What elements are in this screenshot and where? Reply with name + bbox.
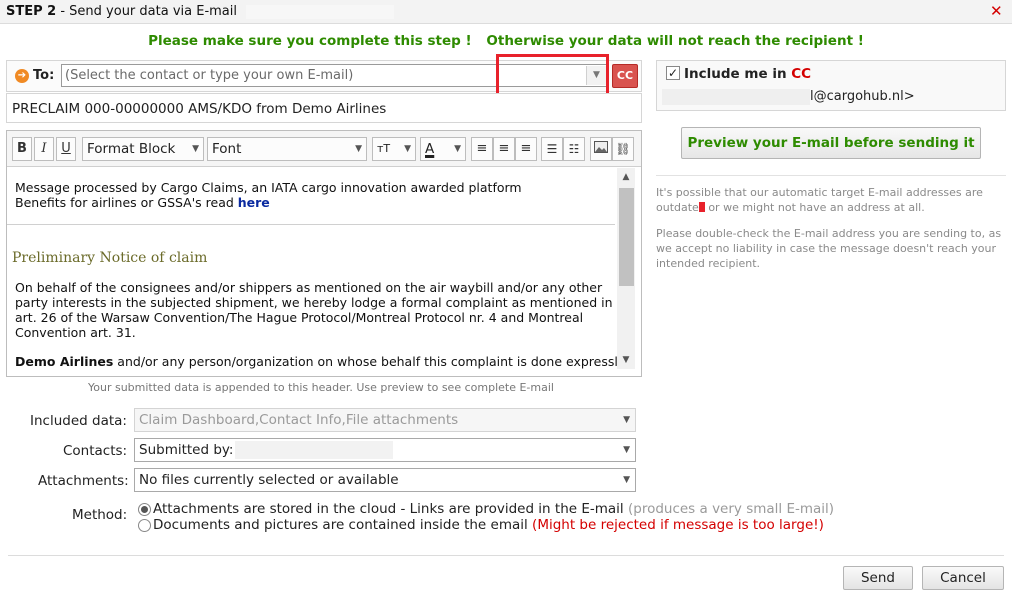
method-label: Method:: [72, 507, 128, 523]
info-text: outdate: [656, 201, 699, 214]
align-center-icon[interactable]: ≡: [493, 137, 515, 161]
editor-divider: [7, 224, 615, 225]
link-icon[interactable]: ⛓: [612, 137, 634, 161]
format-block-label: Format Block: [87, 141, 176, 157]
method-option-text: Documents and pictures are contained ins…: [153, 517, 528, 533]
font-size-select[interactable]: ᴛT ▼: [372, 137, 416, 161]
chevron-down-icon: ▼: [623, 445, 630, 455]
method-option-note: (produces a very small E-mail): [623, 501, 835, 517]
editor-line: Convention art. 31.: [15, 325, 136, 340]
numbered-list-icon[interactable]: ☷: [563, 137, 585, 161]
arrow-right-icon: ➔: [15, 69, 29, 83]
included-data-label: Included data:: [30, 413, 127, 429]
contacts-label: Contacts:: [63, 443, 128, 459]
attachments-label: Attachments:: [38, 473, 129, 489]
italic-button[interactable]: I: [34, 137, 54, 161]
bold-button[interactable]: B: [12, 137, 32, 161]
warning-part-2: Otherwise your data will not reach the r…: [486, 33, 864, 49]
info-text: we accept no liability in case the messa…: [656, 242, 997, 255]
dialog-title-text: - Send your data via E-mail: [56, 4, 237, 19]
method-cloud-radio[interactable]: [138, 503, 151, 516]
chevron-down-icon: ▼: [623, 475, 630, 485]
info-text-line: outdate or we might not have an address …: [656, 200, 1006, 215]
editor-line: Benefits for airlines or GSSA's read her…: [15, 195, 270, 210]
chevron-down-icon: ▼: [623, 415, 630, 425]
bullet-list-icon[interactable]: ☰: [541, 137, 563, 161]
included-data-value: Claim Dashboard,Contact Info,File attach…: [139, 412, 459, 428]
own-email: l@cargohub.nl>: [810, 89, 915, 104]
info-text: Please double-check the E-mail address y…: [656, 227, 1002, 240]
redacted-area: [662, 89, 810, 105]
warning-part-1: Please make sure you complete this step …: [148, 33, 472, 49]
align-right-icon[interactable]: ≡: [515, 137, 537, 161]
method-cloud-label[interactable]: Attachments are stored in the cloud - Li…: [153, 501, 834, 517]
append-note: Your submitted data is appended to this …: [88, 381, 554, 394]
preview-email-button[interactable]: Preview your E-mail before sending it: [681, 127, 981, 159]
editor-line: party interests in the subjected shipmen…: [15, 295, 613, 310]
editor-line-text: and/or any person/organization on whose …: [113, 354, 617, 369]
include-cc-text: Include me in: [684, 66, 792, 82]
format-block-select[interactable]: Format Block ▼: [82, 137, 204, 161]
chevron-down-icon: ▼: [355, 144, 362, 154]
to-label: To:: [33, 68, 55, 83]
redacted-area: [246, 5, 394, 19]
attachments-select[interactable]: No files currently selected or available…: [134, 468, 636, 492]
cc-button[interactable]: CC: [612, 64, 638, 88]
footer-divider: [8, 555, 1004, 556]
chevron-down-icon: ▼: [454, 144, 461, 154]
align-left-icon[interactable]: ≡: [471, 137, 493, 161]
here-link[interactable]: here: [238, 195, 270, 210]
redacted-area: [235, 441, 393, 459]
info-outdated: It's possible that our automatic target …: [656, 185, 1006, 215]
attachments-value: No files currently selected or available: [139, 472, 399, 488]
info-text: intended recipient.: [656, 257, 761, 270]
scroll-down-icon[interactable]: ▼: [617, 351, 635, 369]
divider: [656, 175, 1006, 176]
airline-name: Demo Airlines: [15, 354, 114, 369]
subject-text[interactable]: PRECLAIM 000-00000000 AMS/KDO from Demo …: [12, 101, 386, 117]
info-text: or we might not have an address at all.: [704, 201, 925, 214]
method-option-note: (Might be rejected if message is too lar…: [527, 517, 824, 533]
warning-message: Please make sure you complete this step …: [0, 33, 1012, 49]
editor-line: Demo Airlines and/or any person/organiza…: [15, 354, 617, 369]
font-label: Font: [212, 141, 242, 157]
underline-button[interactable]: U: [56, 137, 76, 161]
editor-content[interactable]: Message processed by Cargo Claims, an IA…: [7, 168, 617, 376]
scroll-up-icon[interactable]: ▲: [617, 168, 635, 186]
method-option-text: Attachments are stored in the cloud - Li…: [153, 501, 624, 517]
editor-line-text: Benefits for airlines or GSSA's read: [15, 195, 238, 210]
chevron-down-icon: ▼: [404, 144, 411, 154]
info-text: It's possible that our automatic target …: [656, 186, 983, 199]
contacts-value: Submitted by:: [139, 442, 234, 458]
method-inline-label[interactable]: Documents and pictures are contained ins…: [153, 517, 824, 533]
cancel-button[interactable]: Cancel: [922, 566, 1004, 590]
notice-heading: Preliminary Notice of claim: [12, 250, 208, 266]
font-select[interactable]: Font ▼: [207, 137, 367, 161]
image-icon[interactable]: [590, 137, 612, 161]
method-inline-radio[interactable]: [138, 519, 151, 532]
editor-toolbar: B I U Format Block ▼ Font ▼ ᴛT ▼ A ▼ ≡ ≡ ≡ ☰…: [7, 131, 641, 167]
editor-line: art. 26 of the Warsaw Convention/The Hag…: [15, 310, 584, 325]
editor-line: On behalf of the consignees and/or shipp…: [15, 280, 603, 295]
include-cc-checkbox[interactable]: ✓: [666, 66, 680, 80]
font-color-icon: A: [425, 141, 435, 157]
info-liability: Please double-check the E-mail address y…: [656, 226, 1006, 271]
step-label: STEP 2: [6, 4, 57, 19]
recipient-placeholder[interactable]: (Select the contact or type your own E-m…: [65, 68, 353, 83]
font-size-icon: ᴛT: [377, 142, 391, 155]
scrollbar-thumb[interactable]: [619, 188, 634, 286]
font-color-select[interactable]: A ▼: [420, 137, 466, 161]
editor-line: Message processed by Cargo Claims, an IA…: [15, 180, 522, 195]
dialog-title: STEP 2 - Send your data via E-mail: [6, 4, 237, 19]
cc-text: CC: [791, 66, 812, 82]
include-cc-label: Include me in CC: [684, 66, 811, 82]
chevron-down-icon: ▼: [192, 144, 199, 154]
included-data-select[interactable]: Claim Dashboard,Contact Info,File attach…: [134, 408, 636, 432]
close-icon[interactable]: ✕: [990, 2, 1003, 20]
send-button[interactable]: Send: [843, 566, 913, 590]
